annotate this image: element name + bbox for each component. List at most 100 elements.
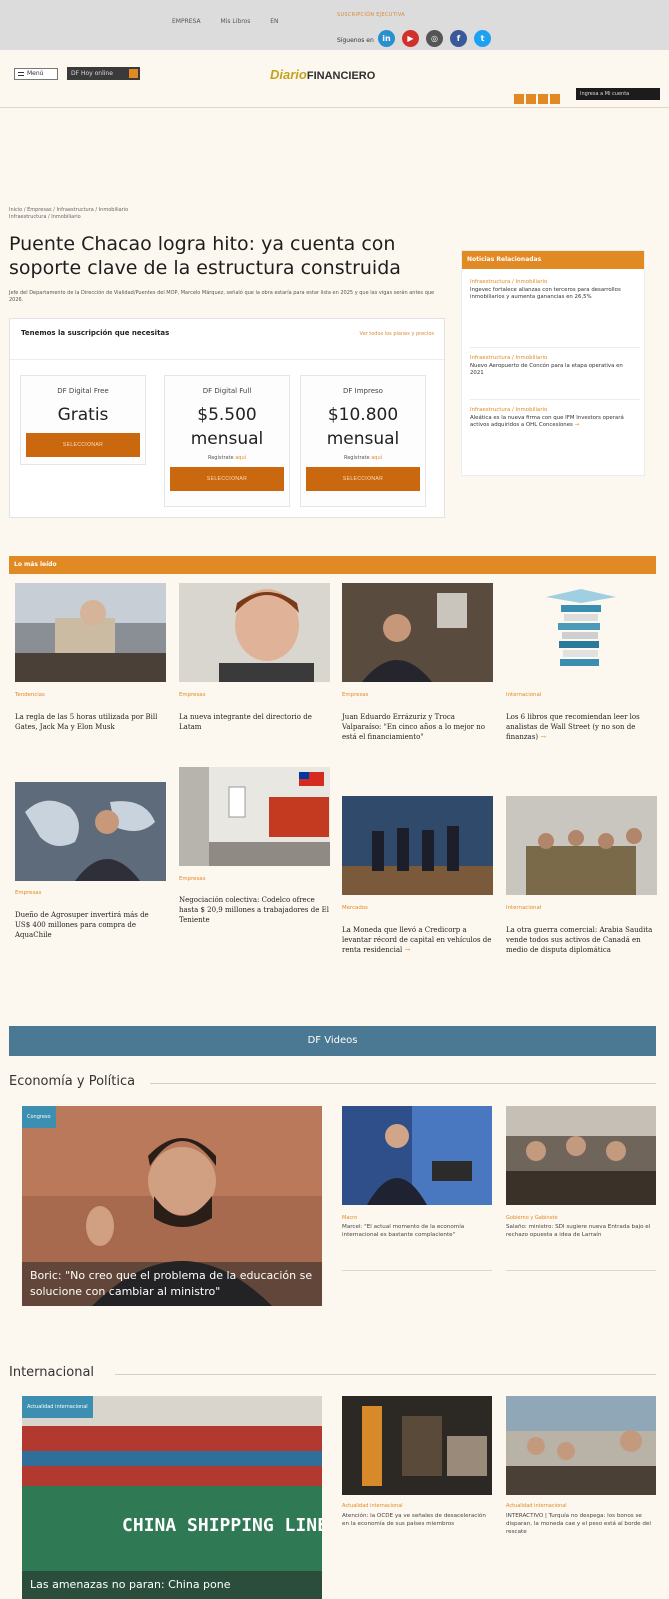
news-headline-text[interactable]: Los 6 libros que recomiendan leer los an… bbox=[506, 713, 640, 741]
related-item[interactable]: Infraestructura / Inmobiliario Ingevec fo… bbox=[470, 279, 638, 302]
plan-card-free: DF Digital Free Gratis SELECCIONAR bbox=[20, 375, 146, 465]
select-plan-free-button[interactable]: SELECCIONAR bbox=[26, 433, 140, 457]
executive-photo bbox=[342, 583, 493, 682]
news-headline[interactable]: La otra guerra comercial: Arabia Saudita… bbox=[506, 925, 656, 955]
ship-text: CHINA SHIPPING LINE bbox=[122, 1515, 322, 1536]
featured-tag[interactable]: Actualidad internacional bbox=[22, 1396, 93, 1418]
news-category[interactable]: Internacional bbox=[506, 905, 541, 911]
header-square-3[interactable] bbox=[538, 94, 548, 104]
suscripcion-link[interactable]: SUSCRIPCIÓN EJECUTIVA bbox=[337, 12, 405, 18]
news-thumbnail-image[interactable] bbox=[342, 583, 493, 682]
breadcrumb[interactable]: Inicio / Empresas / Infraestructura / In… bbox=[9, 207, 128, 221]
register-link[interactable]: aquí bbox=[371, 455, 382, 461]
instagram-icon[interactable]: ◎ bbox=[426, 30, 443, 47]
related-headline[interactable]: Ingevec fortalece alianzas con terceros … bbox=[470, 287, 621, 301]
featured-tag[interactable]: Congreso bbox=[22, 1106, 56, 1128]
news-thumbnail-image[interactable] bbox=[506, 1396, 656, 1495]
news-category[interactable]: Empresas bbox=[15, 890, 41, 896]
featured-caption[interactable]: Las amenazas no paran: China pone bbox=[22, 1571, 322, 1599]
news-thumbnail-image[interactable] bbox=[179, 583, 330, 682]
plan-price: $5.500 bbox=[197, 405, 257, 425]
news-headline[interactable]: La regla de las 5 horas utilizada por Bi… bbox=[15, 712, 165, 732]
twitter-icon[interactable]: t bbox=[474, 30, 491, 47]
news-category[interactable]: Actualidad internacional bbox=[506, 1503, 567, 1509]
select-plan-impreso-button[interactable]: SELECCIONAR bbox=[306, 467, 420, 491]
linkedin-icon[interactable]: in bbox=[378, 30, 395, 47]
china-shipping-photo: CHINA SHIPPING LINE bbox=[22, 1396, 322, 1599]
site-logo[interactable]: DiarioFINANCIERO bbox=[270, 67, 375, 82]
news-headline[interactable]: Marcel: "El actual momento de la economí… bbox=[342, 1223, 490, 1239]
news-headline[interactable]: Salaño: ministro: SDI sugiere nueva Entr… bbox=[506, 1223, 654, 1239]
divider bbox=[470, 399, 640, 400]
section-title-economia[interactable]: Economía y Política bbox=[9, 1074, 135, 1089]
section-title-internacional[interactable]: Internacional bbox=[9, 1365, 94, 1380]
news-headline[interactable]: La Moneda que llevó a Credicorp a levant… bbox=[342, 925, 492, 955]
news-thumbnail-image[interactable] bbox=[342, 796, 493, 895]
news-thumbnail-image[interactable] bbox=[179, 767, 330, 866]
news-thumbnail-image[interactable] bbox=[342, 1396, 492, 1495]
news-category[interactable]: Tendencias bbox=[15, 692, 45, 698]
news-headline-text[interactable]: La Moneda que llevó a Credicorp a levant… bbox=[342, 926, 491, 954]
news-thumbnail-image[interactable] bbox=[506, 796, 657, 895]
world-map-photo bbox=[15, 782, 166, 881]
related-category[interactable]: Infraestructura / Inmobiliario bbox=[470, 279, 638, 287]
registrate-label: Regístrate bbox=[343, 455, 370, 461]
group-photo bbox=[342, 796, 493, 895]
subscription-plans-link[interactable]: Ver todos los planes y precios bbox=[360, 331, 434, 337]
header-square-1[interactable] bbox=[514, 94, 524, 104]
divider bbox=[470, 347, 640, 348]
news-category[interactable]: Mercados bbox=[342, 905, 368, 911]
related-item[interactable]: Infraestructura / Inmobiliario Aleática e… bbox=[470, 407, 638, 430]
df-hoy-icon bbox=[129, 69, 138, 78]
news-thumbnail-image[interactable] bbox=[506, 583, 657, 682]
df-hoy-button[interactable]: DF Hoy online bbox=[67, 67, 140, 80]
news-category[interactable]: Empresas bbox=[179, 692, 205, 698]
top-link-en[interactable]: EN bbox=[270, 18, 278, 25]
menu-button[interactable]: Menú bbox=[14, 68, 58, 80]
news-category[interactable]: Actualidad internacional bbox=[342, 1503, 403, 1509]
news-category[interactable]: Empresas bbox=[179, 876, 205, 882]
related-category[interactable]: Infraestructura / Inmobiliario bbox=[470, 355, 638, 363]
news-category[interactable]: Gobierno y Gabinete bbox=[506, 1215, 558, 1221]
news-thumbnail-image[interactable] bbox=[15, 782, 166, 881]
news-thumbnail-image[interactable] bbox=[506, 1106, 656, 1205]
news-headline[interactable]: Juan Eduardo Errázuriz y Troca Valparaís… bbox=[342, 712, 492, 742]
news-headline[interactable]: Dueño de Agrosuper invertirá más de US$ … bbox=[15, 910, 165, 940]
top-link-libros[interactable]: Mis Libros bbox=[221, 18, 251, 25]
news-headline[interactable]: INTERACTIVO | Turquía no despega: los bo… bbox=[506, 1512, 654, 1536]
related-category[interactable]: Infraestructura / Inmobiliario bbox=[470, 407, 638, 415]
featured-story-economia[interactable]: Congreso Boric: "No creo que el problema… bbox=[22, 1106, 322, 1306]
news-headline[interactable]: Negociación colectiva: Codelco ofrece ha… bbox=[179, 895, 329, 925]
header-square-4[interactable] bbox=[550, 94, 560, 104]
related-headline[interactable]: Nuevo Aeropuerto de Concón para la etapa… bbox=[470, 363, 623, 377]
related-news-box: Noticias Relacionadas Infraestructura / … bbox=[461, 250, 645, 476]
news-thumbnail-image[interactable] bbox=[15, 583, 166, 682]
header-square-2[interactable] bbox=[526, 94, 536, 104]
divider bbox=[506, 1270, 656, 1271]
plan-period: mensual bbox=[190, 429, 264, 449]
news-category[interactable]: Empresas bbox=[342, 692, 368, 698]
news-headline[interactable]: Los 6 libros que recomiendan leer los an… bbox=[506, 712, 656, 742]
news-category[interactable]: Internacional bbox=[506, 692, 541, 698]
top-links: EMPRESA Mis Libros EN bbox=[172, 18, 297, 25]
related-headline[interactable]: Aleática es la nueva firma con que IFM I… bbox=[470, 415, 624, 429]
news-headline[interactable]: La nueva integrante del directorio de La… bbox=[179, 712, 329, 732]
login-button[interactable]: Ingresa a Mi cuenta bbox=[576, 88, 660, 100]
featured-caption[interactable]: Boric: "No creo que el problema de la ed… bbox=[22, 1262, 322, 1306]
breadcrumb-category[interactable]: Infraestructura / Inmobiliario bbox=[9, 214, 128, 221]
menu-label: Menú bbox=[27, 70, 44, 77]
related-item[interactable]: Infraestructura / Inmobiliario Nuevo Aero… bbox=[470, 355, 638, 378]
registrate-label: Regístrate bbox=[207, 455, 234, 461]
df-videos-bar[interactable]: DF Videos bbox=[9, 1026, 656, 1056]
news-category[interactable]: Macro bbox=[342, 1215, 357, 1221]
facebook-icon[interactable]: f bbox=[450, 30, 467, 47]
breadcrumb-path[interactable]: Inicio / Empresas / Infraestructura / In… bbox=[9, 207, 128, 214]
register-link[interactable]: aquí bbox=[235, 455, 246, 461]
select-plan-digital-full-button[interactable]: SELECCIONAR bbox=[170, 467, 284, 491]
turkey-street-photo bbox=[506, 1396, 656, 1495]
featured-story-internacional[interactable]: CHINA SHIPPING LINE Actualidad internaci… bbox=[22, 1396, 322, 1599]
youtube-icon[interactable]: ▶ bbox=[402, 30, 419, 47]
top-link-empresa[interactable]: EMPRESA bbox=[172, 18, 201, 25]
news-thumbnail-image[interactable] bbox=[342, 1106, 492, 1205]
news-headline[interactable]: Atención: la OCDE ya ve señales de desac… bbox=[342, 1512, 490, 1528]
